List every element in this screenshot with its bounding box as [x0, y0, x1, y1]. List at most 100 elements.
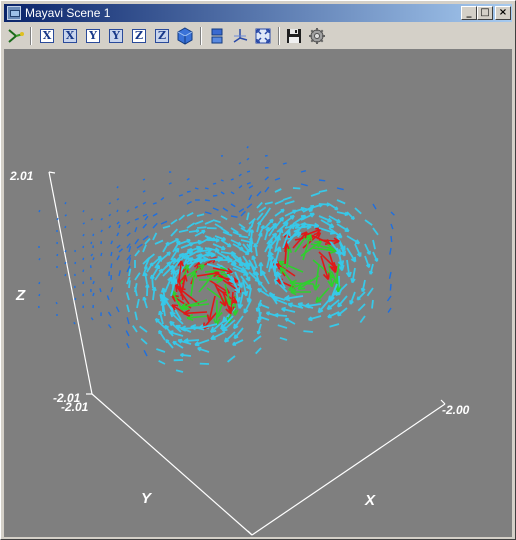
vector-glyph — [126, 232, 131, 237]
vector-glyph — [82, 269, 85, 273]
x-axis-line — [251, 403, 446, 536]
vector-glyph — [258, 206, 267, 213]
vector-glyph — [90, 218, 94, 221]
origin-tick — [247, 530, 253, 536]
vector-glyph — [128, 280, 131, 289]
vector-glyph — [132, 325, 138, 333]
toolbar-separator — [200, 27, 202, 45]
vector-field-plot[interactable] — [5, 50, 513, 538]
view-x-pos-button[interactable]: X — [60, 26, 80, 46]
title-bar[interactable]: Mayavi Scene 1 _ □ × — [4, 4, 512, 22]
vector-glyph — [152, 222, 158, 229]
vector-glyph — [139, 325, 148, 333]
vector-glyph — [134, 272, 141, 281]
vector-glyph — [110, 263, 113, 269]
vector-glyph — [64, 250, 67, 253]
vector-glyph — [110, 240, 114, 245]
vector-glyph — [264, 176, 269, 181]
vector-glyph — [142, 213, 148, 217]
fullscreen-button[interactable] — [253, 26, 273, 46]
close-button[interactable]: × — [495, 6, 511, 20]
view-z-neg-button[interactable]: Z — [129, 26, 149, 46]
view-x-neg-label: X — [40, 29, 54, 43]
vector-glyph — [282, 196, 292, 201]
vector-glyph — [38, 257, 41, 261]
z-axis-line — [48, 171, 93, 395]
vector-glyph — [152, 202, 157, 205]
vector-glyph — [73, 321, 76, 325]
minimize-button[interactable]: _ — [461, 6, 477, 20]
vector-glyph — [125, 330, 130, 337]
view-y-neg-button[interactable]: Y — [83, 26, 103, 46]
vector-glyph — [56, 217, 59, 221]
vector-glyph — [282, 162, 287, 165]
vector-glyph — [126, 221, 131, 225]
vector-glyph — [64, 273, 67, 277]
mayavi-window: Mayavi Scene 1 _ □ × X X Y Y Z Z 2.01 -2… — [0, 0, 516, 540]
view-z-pos-label: Z — [155, 29, 169, 43]
vector-glyph — [170, 218, 178, 225]
vector-glyph — [170, 228, 179, 237]
configure-button[interactable] — [307, 26, 327, 46]
vector-glyph — [160, 220, 168, 225]
vector-glyph — [118, 248, 123, 253]
vector-glyph — [82, 257, 85, 261]
vector-glyph — [186, 190, 191, 193]
vector-glyph — [388, 271, 392, 279]
vector-glyph — [168, 182, 172, 185]
z-top-tick-label: 2.01 — [10, 169, 34, 183]
toggle-axes-button[interactable] — [230, 26, 250, 46]
save-button[interactable] — [284, 26, 304, 46]
view-y-pos-button[interactable]: Y — [106, 26, 126, 46]
layers-icon — [211, 28, 223, 44]
vector-glyph — [224, 331, 236, 343]
vector-glyph — [246, 181, 251, 185]
vector-glyph — [186, 177, 190, 181]
vector-glyph — [390, 211, 395, 216]
vector-glyph — [100, 252, 103, 257]
vector-glyph — [248, 194, 253, 201]
vector-glyph — [56, 253, 59, 257]
vector-glyph — [128, 257, 132, 265]
vector-glyph — [134, 217, 139, 221]
vector-glyph — [354, 207, 362, 215]
vector-glyph — [106, 295, 110, 301]
3d-scene-viewport[interactable]: 2.01 -2.01 -2.01 -2.00 Z Y X — [4, 49, 512, 537]
vector-glyph — [274, 177, 281, 181]
vector-glyph — [144, 215, 149, 221]
toolbar-separator — [30, 27, 32, 45]
x-axis-label: X — [365, 492, 376, 509]
vector-glyph — [246, 212, 250, 221]
vector-glyph — [253, 335, 262, 343]
vector-glyph — [64, 214, 67, 217]
parallel-projection-button[interactable] — [207, 26, 227, 46]
view-x-neg-button[interactable]: X — [37, 26, 57, 46]
vector-glyph — [134, 205, 139, 209]
vector-glyph — [230, 178, 234, 181]
view-z-pos-button[interactable]: Z — [152, 26, 172, 46]
vector-glyph — [74, 261, 77, 265]
vector-glyph — [359, 315, 366, 324]
vector-glyph — [284, 200, 295, 205]
maximize-button[interactable]: □ — [477, 6, 493, 20]
vector-glyph — [118, 270, 121, 277]
vector-glyph — [126, 342, 130, 349]
vector-glyph — [303, 330, 314, 333]
vector-glyph — [140, 338, 148, 345]
vector-glyph — [371, 299, 374, 309]
isometric-view-button[interactable] — [175, 26, 195, 46]
vector-glyph — [196, 213, 205, 217]
vector-glyph — [238, 173, 242, 177]
view-y-neg-label: Y — [86, 29, 100, 43]
vector-glyph — [212, 194, 218, 197]
vector-glyph — [160, 196, 165, 201]
vector-glyph — [238, 208, 245, 213]
vector-glyph — [116, 198, 120, 201]
vector-glyph — [194, 220, 204, 225]
floppy-disk-icon — [287, 29, 301, 43]
vector-glyph — [386, 295, 392, 302]
mayavi-icon[interactable] — [6, 26, 26, 46]
vector-glyph — [55, 301, 58, 305]
window-app-icon[interactable] — [7, 6, 21, 20]
vector-glyph — [118, 224, 121, 229]
